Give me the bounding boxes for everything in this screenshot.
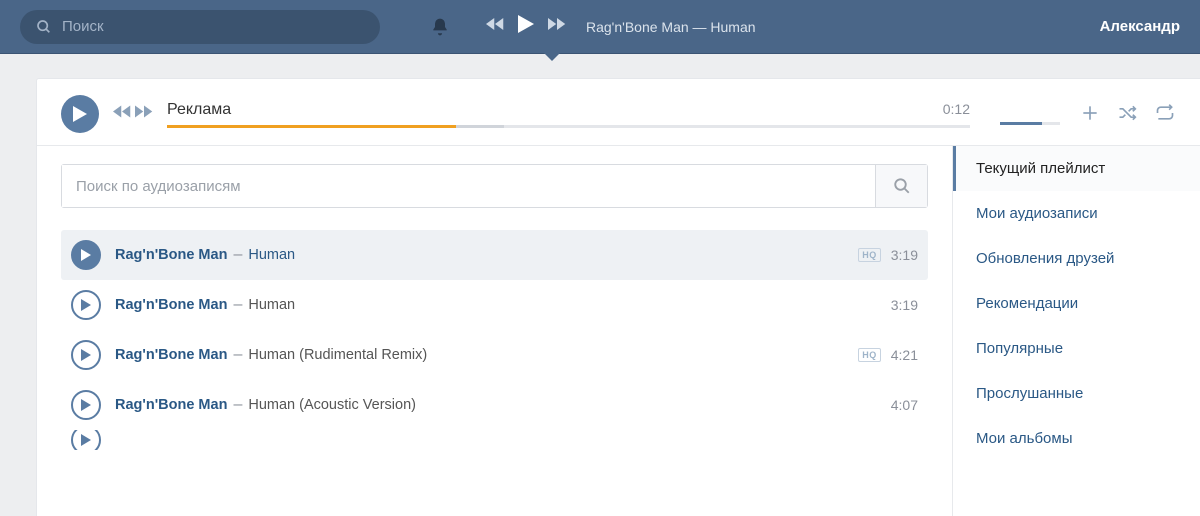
player-next-icon[interactable] — [135, 105, 153, 123]
track-play-icon[interactable] — [71, 290, 101, 320]
hq-badge: HQ — [858, 248, 881, 262]
track-row[interactable]: Rag'n'Bone Man–Human (Acoustic Version) 4… — [61, 380, 928, 430]
track-list: Rag'n'Bone Man–HumanHQ3:19Rag'n'Bone Man… — [61, 230, 928, 450]
progress-buffer — [456, 125, 504, 128]
track-duration: 3:19 — [891, 247, 918, 263]
topbar: Rag'n'Bone Man — Human Александр — [0, 0, 1200, 54]
track-meta: HQ 3:19 — [858, 247, 918, 263]
play-icon[interactable] — [518, 15, 534, 38]
sidebar-item[interactable]: Популярные — [953, 326, 1200, 371]
sidebar: Текущий плейлистМои аудиозаписиОбновлени… — [952, 145, 1200, 516]
track-row[interactable]: Rag'n'Bone Man–Human HQ 3:19 — [61, 230, 928, 280]
track-row-partial[interactable] — [61, 430, 928, 450]
track-artist[interactable]: Rag'n'Bone Man — [115, 297, 227, 313]
play-button[interactable] — [61, 95, 99, 133]
notifications-bell-icon[interactable] — [430, 17, 450, 37]
track-title: Human (Acoustic Version) — [248, 397, 416, 413]
sidebar-item[interactable]: Прослушанные — [953, 371, 1200, 416]
track-row[interactable]: Rag'n'Bone Man–Human 3:19 — [61, 280, 928, 330]
global-search-input[interactable] — [62, 18, 364, 35]
global-search[interactable] — [20, 10, 380, 44]
track-meta: 4:07 — [891, 397, 918, 413]
progress-bar[interactable] — [167, 125, 970, 128]
play-pointer — [544, 53, 560, 61]
user-name[interactable]: Александр — [1100, 18, 1180, 35]
search-icon — [893, 177, 911, 195]
volume-slider[interactable] — [1000, 122, 1042, 125]
track-title: Human — [248, 247, 295, 263]
track-duration: 4:07 — [891, 397, 918, 413]
prev-track-icon[interactable] — [486, 17, 504, 36]
sidebar-item[interactable]: Рекомендации — [953, 281, 1200, 326]
track-artist[interactable]: Rag'n'Bone Man — [115, 397, 227, 413]
track-play-icon[interactable] — [71, 430, 101, 450]
next-track-icon[interactable] — [548, 17, 566, 36]
now-playing-label[interactable]: Rag'n'Bone Man — Human — [586, 19, 756, 35]
audio-search-input[interactable] — [62, 165, 875, 207]
main-columns: Rag'n'Bone Man–HumanHQ3:19Rag'n'Bone Man… — [37, 145, 1200, 516]
track-duration: 4:21 — [891, 347, 918, 363]
track-column: Rag'n'Bone Man–HumanHQ3:19Rag'n'Bone Man… — [37, 145, 952, 516]
player-track-title: Реклама — [167, 101, 231, 119]
track-duration: 3:19 — [891, 297, 918, 313]
track-title: Human — [248, 297, 295, 313]
track-artist[interactable]: Rag'n'Bone Man — [115, 247, 227, 263]
separator: – — [233, 296, 242, 314]
separator: – — [233, 396, 242, 414]
audio-search — [61, 164, 928, 208]
repeat-icon[interactable] — [1154, 103, 1176, 123]
track-play-icon[interactable] — [71, 390, 101, 420]
track-title: Human (Rudimental Remix) — [248, 347, 427, 363]
track-artist[interactable]: Rag'n'Bone Man — [115, 347, 227, 363]
track-play-icon[interactable] — [71, 240, 101, 270]
progress-fill — [167, 125, 456, 128]
player-bar: Реклама 0:12 — [37, 79, 1200, 145]
separator: – — [233, 346, 242, 364]
player-prev-icon[interactable] — [113, 105, 131, 123]
content-card: Реклама 0:12 Rag'n'Bone Man–HumanHQ3: — [36, 78, 1200, 516]
track-meta: 3:19 — [891, 297, 918, 313]
player-elapsed-time: 0:12 — [943, 101, 970, 119]
track-play-icon[interactable] — [71, 340, 101, 370]
sidebar-item[interactable]: Текущий плейлист — [953, 146, 1200, 191]
player-track-info: Реклама 0:12 — [167, 101, 970, 128]
sidebar-item[interactable]: Обновления друзей — [953, 236, 1200, 281]
search-icon — [36, 19, 52, 35]
shuffle-icon[interactable] — [1116, 103, 1138, 123]
audio-search-button[interactable] — [875, 165, 927, 207]
add-icon[interactable] — [1080, 103, 1100, 123]
separator: – — [233, 246, 242, 264]
sidebar-item[interactable]: Мои альбомы — [953, 416, 1200, 461]
track-meta: HQ 4:21 — [858, 347, 918, 363]
sidebar-item[interactable]: Мои аудиозаписи — [953, 191, 1200, 236]
track-row[interactable]: Rag'n'Bone Man–Human (Rudimental Remix) H… — [61, 330, 928, 380]
hq-badge: HQ — [858, 348, 881, 362]
player-extra-actions — [1080, 103, 1176, 123]
topbar-player-controls — [486, 15, 566, 38]
player-skip-controls — [113, 105, 153, 123]
